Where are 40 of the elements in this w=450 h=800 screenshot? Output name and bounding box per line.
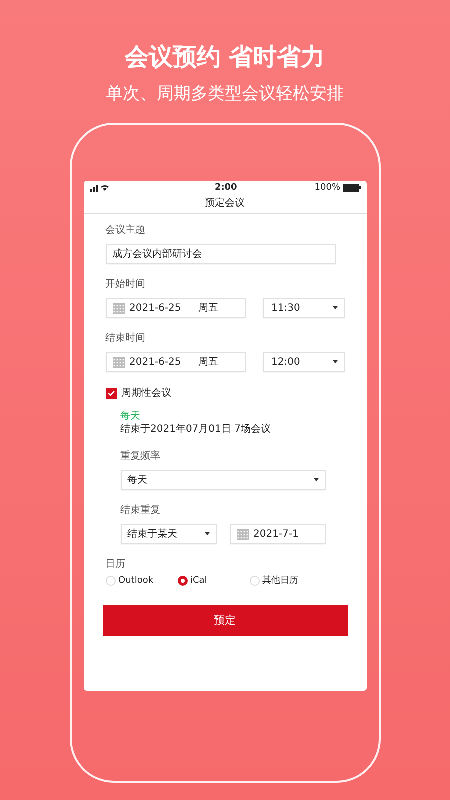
calendar-icon — [112, 302, 124, 314]
checkbox[interactable] — [106, 388, 116, 398]
date-field[interactable]: 2021-6-25 周五 — [106, 352, 246, 372]
date-text: 2021-6-25 — [130, 356, 182, 368]
caret-icon — [332, 360, 338, 364]
repeat-summary: 结束于2021年07月01日 7场会议 — [120, 423, 272, 436]
field-label: 日历 — [106, 558, 126, 572]
calendar-option[interactable]: iCal — [178, 574, 250, 587]
battery-text: 100% — [314, 183, 340, 193]
date-text: 2021-6-25 — [130, 302, 182, 314]
time-select[interactable]: 12:00 — [262, 352, 344, 372]
field-label: 开始时间 — [106, 278, 146, 292]
field-label: 结束时间 — [106, 332, 146, 346]
submit-button[interactable]: 预定 — [102, 605, 348, 636]
frequency-summary: 每天 — [120, 410, 142, 423]
time-select[interactable]: 11:30 — [262, 298, 344, 318]
calendar-option[interactable]: 其他日历 — [250, 574, 322, 587]
screen-title: 预定会议 — [84, 195, 366, 214]
weekday-text: 周五 — [198, 356, 218, 369]
end-mode-select[interactable]: 结束于某天 — [120, 524, 216, 544]
calendar-option[interactable]: Outlook — [106, 574, 178, 587]
headline: 会议预约 省时省力 — [124, 42, 326, 72]
caret-icon — [314, 478, 318, 482]
end-date-field[interactable]: 2021-7-1 — [230, 524, 326, 544]
signal-wifi-icon — [90, 184, 110, 192]
field-label: 结束重复 — [120, 504, 162, 518]
battery-icon — [342, 184, 360, 192]
subject-field[interactable]: 成方会议内部研讨会 — [106, 244, 336, 264]
calendar-icon — [236, 528, 248, 540]
weekday-text: 周五 — [198, 302, 218, 315]
frequency-select[interactable]: 每天 — [120, 470, 326, 490]
caret-icon — [204, 532, 210, 536]
status-time: 2:00 — [214, 183, 238, 193]
field-label: 重复频率 — [120, 450, 162, 464]
caret-icon — [332, 306, 338, 310]
subheadline: 单次、周期多类型会议轻松安排 — [105, 83, 345, 106]
date-field[interactable]: 2021-6-25 周五 — [106, 298, 246, 318]
checkbox-label: 周期性会议 — [122, 386, 172, 400]
field-label: 会议主题 — [106, 224, 146, 238]
calendar-icon — [112, 356, 124, 368]
